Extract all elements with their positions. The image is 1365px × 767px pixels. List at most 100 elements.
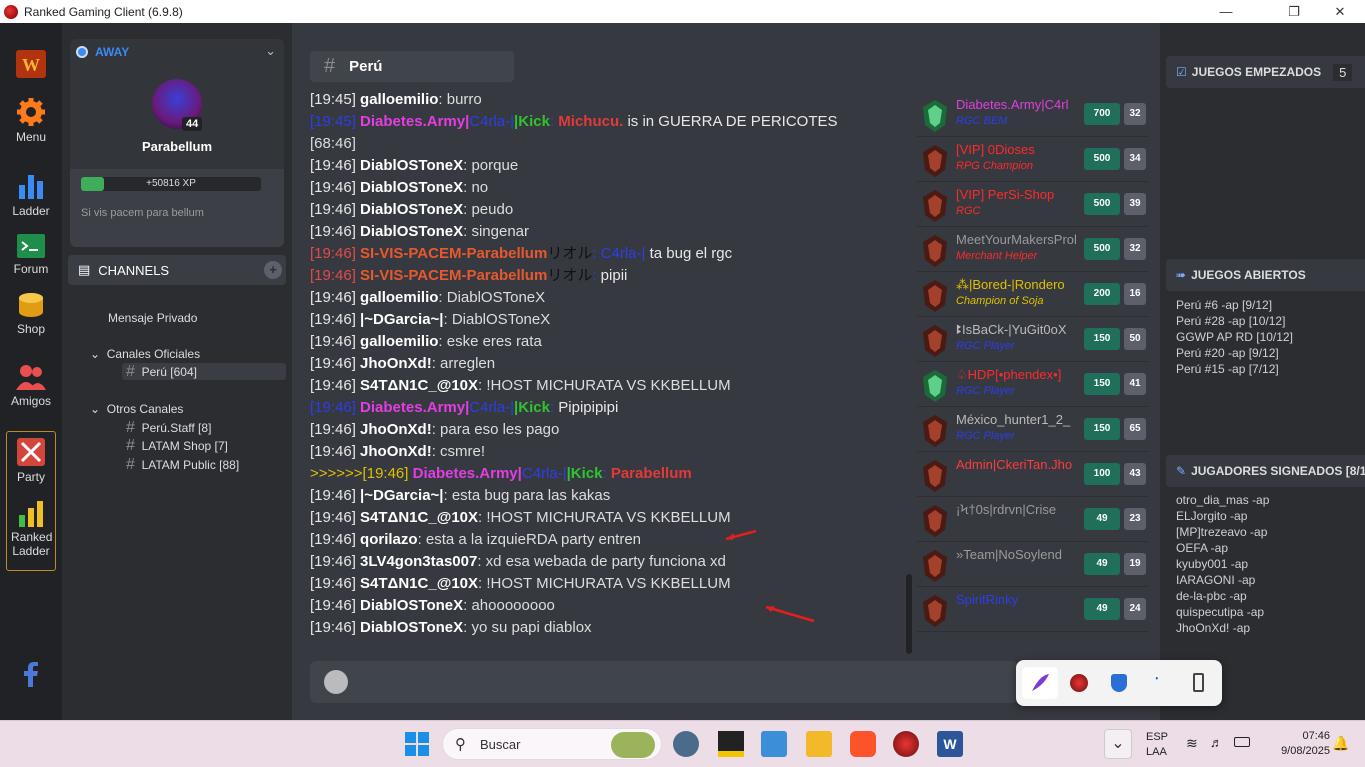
- message-user[interactable]: |~DGarcia~|: [360, 487, 443, 504]
- chat-message[interactable]: [68:46]: [310, 133, 902, 155]
- clock[interactable]: 07:46 9/08/2025: [1262, 729, 1330, 759]
- nav-ladder[interactable]: Ladder: [4, 171, 58, 218]
- player-row[interactable]: Diabetes.Army|C4rl RGC BEM 700 32: [917, 93, 1149, 137]
- chat-message[interactable]: [19:46] JhoOnXd!: para eso les pago: [310, 419, 902, 441]
- scrollbar-thumb[interactable]: [906, 574, 912, 654]
- message-user[interactable]: DiablOSToneX: [360, 597, 463, 614]
- chat-message[interactable]: [19:46] Diabetes.Army|C4rla-||Kick: Pipi…: [310, 397, 902, 419]
- channel-item-latam-public[interactable]: # LATAM Public [88]: [126, 456, 239, 474]
- open-game-item[interactable]: Perú #28 -ap [10/12]: [1176, 313, 1293, 329]
- channel-item-latam-shop[interactable]: # LATAM Shop [7]: [126, 437, 228, 455]
- signed-player-item[interactable]: otro_dia_mas -ap: [1176, 492, 1269, 508]
- message-user[interactable]: qorilazo: [360, 531, 418, 548]
- language-indicator[interactable]: ESP LAA: [1146, 730, 1168, 760]
- message-user[interactable]: JhoOnXd!: [360, 355, 432, 372]
- message-user[interactable]: S4TΔN1C_@10X: [360, 509, 478, 526]
- nav-menu[interactable]: Menu: [4, 97, 58, 144]
- minimize-button[interactable]: —: [1203, 0, 1249, 23]
- signed-player-item[interactable]: OEFA -ap: [1176, 540, 1269, 556]
- maximize-button[interactable]: ❐: [1271, 0, 1317, 23]
- message-user[interactable]: S4TΔN1C_@10X: [360, 377, 478, 394]
- chat-scrollbar[interactable]: [906, 89, 914, 654]
- message-user[interactable]: DiablOSToneX: [360, 157, 463, 174]
- message-user[interactable]: Diabetes.Army|C4rla-||Kick:: [360, 399, 554, 416]
- add-channel-button[interactable]: +: [264, 261, 282, 279]
- open-game-item[interactable]: GGWP AP RD [10/12]: [1176, 329, 1293, 345]
- player-row[interactable]: [VIP] 0Dioses RPG Champion 500 34: [917, 138, 1149, 182]
- message-user[interactable]: galloemilio: [360, 91, 438, 108]
- group-other[interactable]: ⌄ Otros Canales: [90, 402, 183, 416]
- group-official[interactable]: ⌄ Canales Oficiales: [90, 347, 200, 361]
- file-explorer-icon[interactable]: [806, 731, 832, 757]
- player-row[interactable]: ♤HDP[•phendex•] RGC Player 150 41: [917, 363, 1149, 407]
- chat-message[interactable]: [19:46] DiablOSToneX: no: [310, 177, 902, 199]
- channel-item-staff[interactable]: # Perú.Staff [8]: [126, 419, 211, 437]
- message-input[interactable]: [310, 661, 1018, 703]
- open-game-item[interactable]: Perú #6 -ap [9/12]: [1176, 297, 1293, 313]
- player-row[interactable]: ꔪIsBaCk-|YuGit0oX RGC Player 150 50: [917, 318, 1149, 362]
- nav-shop[interactable]: Shop: [4, 291, 58, 336]
- player-row[interactable]: MeetYourMakersProl Merchant Helper 500 32: [917, 228, 1149, 272]
- tray-chevron-icon[interactable]: ⌄: [1104, 729, 1132, 759]
- settings-icon[interactable]: [673, 731, 699, 757]
- chat-message[interactable]: [19:46] SI-VIS-PACEM-Parabellumリオル: pipi…: [310, 265, 902, 287]
- player-row[interactable]: ¡Ϟ†0s|rdrvn|Crise 49 23: [917, 498, 1149, 542]
- word-icon[interactable]: W: [937, 731, 963, 757]
- nav-party[interactable]: Party: [4, 437, 58, 484]
- chat-message[interactable]: [19:46] S4TΔN1C_@10X: !HOST MICHURATA VS…: [310, 375, 902, 397]
- bluetooth-icon[interactable]: ᛫: [1152, 672, 1162, 690]
- private-message-item[interactable]: Mensaje Privado: [108, 311, 197, 325]
- nav-forum[interactable]: Forum: [4, 233, 58, 276]
- chat-message[interactable]: [19:46] DiablOSToneX: peudo: [310, 199, 902, 221]
- message-user[interactable]: 3LV4gon3tas007: [360, 553, 477, 570]
- message-user[interactable]: galloemilio: [360, 289, 438, 306]
- open-games-list[interactable]: Perú #6 -ap [9/12] Perú #28 -ap [10/12] GG…: [1176, 297, 1293, 377]
- signed-player-item[interactable]: ELJorgito -ap: [1176, 508, 1269, 524]
- taskbar-search[interactable]: ⚲ Buscar: [442, 728, 662, 760]
- chat-message[interactable]: [19:46] galloemilio: DiablOSToneX: [310, 287, 902, 309]
- close-button[interactable]: ✕: [1317, 0, 1363, 23]
- usb-icon[interactable]: [1193, 673, 1204, 692]
- signed-player-item[interactable]: IARAGONI -ap: [1176, 572, 1269, 588]
- message-user[interactable]: JhoOnXd!: [360, 443, 432, 460]
- notification-bell-icon[interactable]: 🔔: [1332, 735, 1349, 752]
- message-user[interactable]: DiablOSToneX: [360, 179, 463, 196]
- chat-message[interactable]: [19:46] galloemilio: eske eres rata: [310, 331, 902, 353]
- signed-player-item[interactable]: kyuby001 -ap: [1176, 556, 1269, 572]
- chat-message[interactable]: [19:45] Diabetes.Army|C4rla-||Kick: Mich…: [310, 111, 902, 133]
- signed-players-header[interactable]: ✎ JUGADORES SIGNEADOS [8/1: [1166, 455, 1365, 487]
- message-user[interactable]: Diabetes.Army|C4rla-||Kick:: [413, 465, 607, 482]
- chat-message[interactable]: [19:46] JhoOnXd!: arreglen: [310, 353, 902, 375]
- wifi-icon[interactable]: ≋: [1186, 735, 1198, 752]
- photos-icon[interactable]: [761, 731, 787, 757]
- chat-message[interactable]: [19:46] DiablOSToneX: singenar: [310, 221, 902, 243]
- chat-message[interactable]: [19:46] |~DGarcia~|: DiablOSToneX: [310, 309, 902, 331]
- signed-player-item[interactable]: quispecutipa -ap: [1176, 604, 1269, 620]
- message-user[interactable]: Diabetes.Army|C4rla-||Kick:: [360, 113, 554, 130]
- player-row[interactable]: Admin|CkeriTan.Jho 100 43: [917, 453, 1149, 497]
- message-user[interactable]: SI-VIS-PACEM-Parabellumリオル:: [360, 245, 601, 262]
- signed-player-item[interactable]: de-la-pbc -ap: [1176, 588, 1269, 604]
- player-row[interactable]: México_hunter1_2_ RGC Player 150 65: [917, 408, 1149, 452]
- signed-player-item[interactable]: [MP]trezeavo -ap: [1176, 524, 1269, 540]
- signed-players-list[interactable]: otro_dia_mas -ap ELJorgito -ap [MP]trezeav…: [1176, 492, 1269, 636]
- chat-message[interactable]: [19:46] JhoOnXd!: csmre!: [310, 441, 902, 463]
- signed-player-item[interactable]: JhoOnXd! -ap: [1176, 620, 1269, 636]
- sticky-notes-icon[interactable]: [718, 731, 744, 757]
- message-user[interactable]: DiablOSToneX: [360, 223, 463, 240]
- nav-amigos[interactable]: Amigos: [4, 363, 58, 408]
- volume-icon[interactable]: ♬: [1210, 735, 1223, 750]
- chat-message[interactable]: [19:46] |~DGarcia~|: esta bug para las k…: [310, 485, 902, 507]
- nav-ranked-ladder[interactable]: Ranked Ladder: [4, 499, 58, 558]
- player-row[interactable]: »Team|NoSoylend 49 19: [917, 543, 1149, 587]
- chevron-down-icon[interactable]: ⌄: [265, 43, 276, 59]
- rgc-tray-icon[interactable]: [1070, 674, 1088, 692]
- message-user[interactable]: JhoOnXd!: [360, 421, 432, 438]
- battery-icon[interactable]: [1234, 737, 1250, 747]
- chat-message[interactable]: [19:46] DiablOSToneX: porque: [310, 155, 902, 177]
- started-games-header[interactable]: ☑ JUEGOS EMPEZADOS 5: [1166, 56, 1365, 88]
- chat-message[interactable]: >>>>>>[19:46] Diabetes.Army|C4rla-||Kick…: [310, 463, 902, 485]
- open-game-item[interactable]: Perú #15 -ap [7/12]: [1176, 361, 1293, 377]
- message-user[interactable]: galloemilio: [360, 333, 438, 350]
- rgc-app-icon[interactable]: [893, 731, 919, 757]
